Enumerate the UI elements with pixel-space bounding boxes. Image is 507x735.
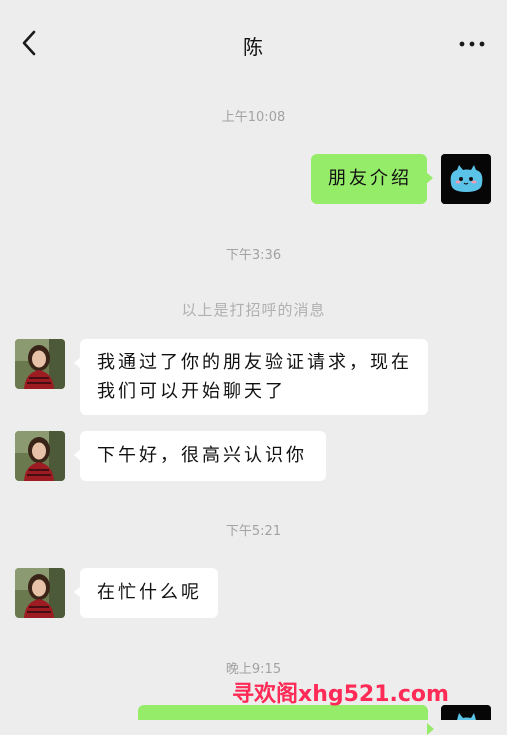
more-button[interactable] xyxy=(457,30,487,58)
timestamp: 下午3:36 xyxy=(225,248,282,263)
blue-cat-avatar-icon xyxy=(441,154,491,204)
message-line: 我们可以开始聊天了 xyxy=(97,381,286,402)
woman-portrait-avatar-icon xyxy=(15,339,65,389)
message-bubble-incoming[interactable]: 在忙什么呢 xyxy=(74,568,218,618)
system-notice: 以上是打招呼的消息 xyxy=(181,301,326,319)
message-bubble-incoming[interactable]: 下午好，很高兴认识你 xyxy=(74,431,326,481)
timestamp: 上午10:08 xyxy=(221,110,286,125)
woman-portrait-avatar-icon xyxy=(15,568,65,618)
timestamp: 晚上9:15 xyxy=(225,662,282,677)
more-horizontal-icon xyxy=(459,41,485,47)
chat-header: 陈 xyxy=(0,0,507,84)
message-line: 我通过了你的朋友验证请求，现在 xyxy=(97,352,412,373)
message-bubble-incoming[interactable]: 我通过了你的朋友验证请求，现在 我们可以开始聊天了 xyxy=(74,339,428,415)
watermark-text: 寻欢阁xhg521.com xyxy=(232,682,449,707)
contact-avatar[interactable] xyxy=(15,431,65,481)
my-avatar[interactable] xyxy=(441,154,491,204)
woman-portrait-avatar-icon xyxy=(15,431,65,481)
timestamp: 下午5:21 xyxy=(225,524,282,539)
contact-avatar[interactable] xyxy=(15,568,65,618)
chat-title: 陈 xyxy=(243,35,264,59)
message-bubble-outgoing[interactable]: 朋友介绍 xyxy=(311,154,433,204)
contact-avatar[interactable] xyxy=(15,339,65,389)
